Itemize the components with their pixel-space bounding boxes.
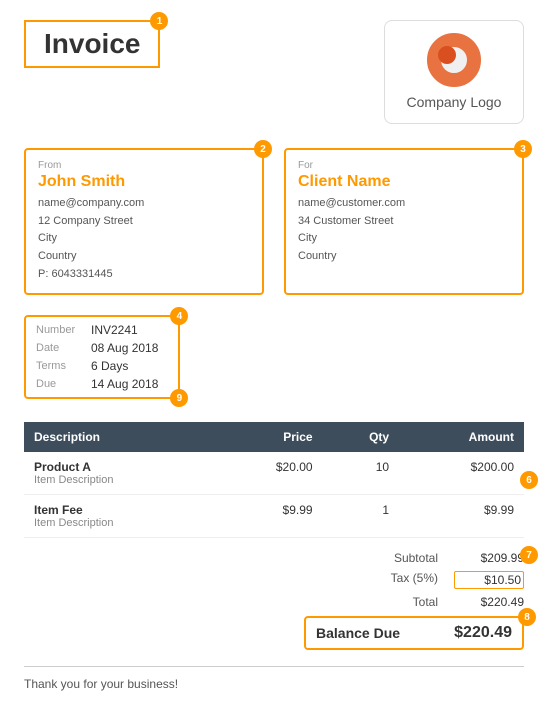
- subtotal-row: Subtotal $209.99: [304, 548, 524, 568]
- from-label: From: [38, 160, 250, 171]
- item-1-qty: 10: [323, 452, 400, 495]
- badge-1: 1: [150, 12, 168, 30]
- badge-4: 4: [170, 307, 188, 325]
- badge-9: 9: [170, 389, 188, 407]
- balance-due-label: Balance Due: [316, 625, 400, 641]
- meta-label-terms: Terms: [36, 357, 91, 375]
- col-description: Description: [24, 422, 214, 452]
- balance-due-value: $220.49: [454, 624, 512, 642]
- meta-row-number: Number INV2241: [36, 321, 168, 339]
- table-row: Item Fee Item Description $9.99 1 $9.99: [24, 495, 524, 538]
- col-price: Price: [214, 422, 322, 452]
- badge-3: 3: [514, 140, 532, 158]
- invoice-meta: Number INV2241 Date 08 Aug 2018 Terms 6 …: [24, 315, 180, 402]
- from-details: name@company.com 12 Company Street City …: [38, 195, 250, 283]
- subtotal-label: Subtotal: [304, 551, 454, 565]
- meta-value-date: 08 Aug 2018: [91, 339, 168, 357]
- from-name: John Smith: [38, 173, 250, 191]
- logo-box: Company Logo: [384, 20, 524, 124]
- tax-row: Tax (5%) $10.50 7: [304, 568, 524, 592]
- for-name: Client Name: [298, 173, 510, 191]
- for-details: name@customer.com 34 Customer Street Cit…: [298, 195, 510, 265]
- for-label: For: [298, 160, 510, 171]
- total-value: $220.49: [454, 595, 524, 609]
- invoice-title-box: Invoice 1: [24, 20, 160, 68]
- from-box: From John Smith name@company.com 12 Comp…: [24, 148, 264, 295]
- for-box: For Client Name name@customer.com 34 Cus…: [284, 148, 524, 295]
- meta-row-date: Date 08 Aug 2018: [36, 339, 168, 357]
- items-table: Description Price Qty Amount Product A I…: [24, 422, 524, 538]
- meta-label-date: Date: [36, 339, 91, 357]
- meta-value-terms: 6 Days: [91, 357, 168, 375]
- meta-label-number: Number: [36, 321, 91, 339]
- footer-text: Thank you for your business!: [24, 677, 524, 691]
- tax-value: $10.50: [454, 571, 524, 589]
- item-2-price: $9.99: [214, 495, 322, 538]
- item-1-price: $20.00: [214, 452, 322, 495]
- item-2-description: Item Fee Item Description: [24, 495, 214, 538]
- meta-row-due: Due 14 Aug 2018: [36, 375, 168, 393]
- total-row: Total $220.49: [304, 592, 524, 612]
- meta-table: Number INV2241 Date 08 Aug 2018 Terms 6 …: [36, 321, 168, 393]
- footer-divider: [24, 666, 524, 667]
- item-2-qty: 1: [323, 495, 400, 538]
- meta-value-number: INV2241: [91, 321, 168, 339]
- badge-6: 6: [520, 471, 538, 489]
- subtotal-value: $209.99: [454, 551, 524, 565]
- total-label: Total: [304, 595, 454, 609]
- meta-box: Number INV2241 Date 08 Aug 2018 Terms 6 …: [24, 315, 180, 399]
- items-section: Description Price Qty Amount Product A I…: [24, 422, 524, 538]
- meta-value-due: 14 Aug 2018: [91, 375, 168, 393]
- table-row: Product A Item Description $20.00 10 $20…: [24, 452, 524, 495]
- invoice-header: Invoice 1 Company Logo: [24, 20, 524, 124]
- balance-due-box: Balance Due $220.49 8: [304, 616, 524, 650]
- badge-7: 7: [520, 546, 538, 564]
- parties-section: From John Smith name@company.com 12 Comp…: [24, 148, 524, 295]
- company-logo-icon: [427, 33, 481, 87]
- item-1-amount: $200.00: [399, 452, 524, 495]
- badge-2: 2: [254, 140, 272, 158]
- meta-label-due: Due: [36, 375, 91, 393]
- badge-8: 8: [518, 608, 536, 626]
- tax-label: Tax (5%): [304, 571, 454, 589]
- item-2-amount: $9.99: [399, 495, 524, 538]
- col-qty: Qty: [323, 422, 400, 452]
- meta-row-terms: Terms 6 Days: [36, 357, 168, 375]
- table-header-row: Description Price Qty Amount: [24, 422, 524, 452]
- col-amount: Amount: [399, 422, 524, 452]
- company-logo-text: Company Logo: [407, 93, 502, 111]
- invoice-title: Invoice: [44, 28, 140, 59]
- item-1-description: Product A Item Description: [24, 452, 214, 495]
- totals-section: Subtotal $209.99 Tax (5%) $10.50 7 Total…: [24, 548, 524, 650]
